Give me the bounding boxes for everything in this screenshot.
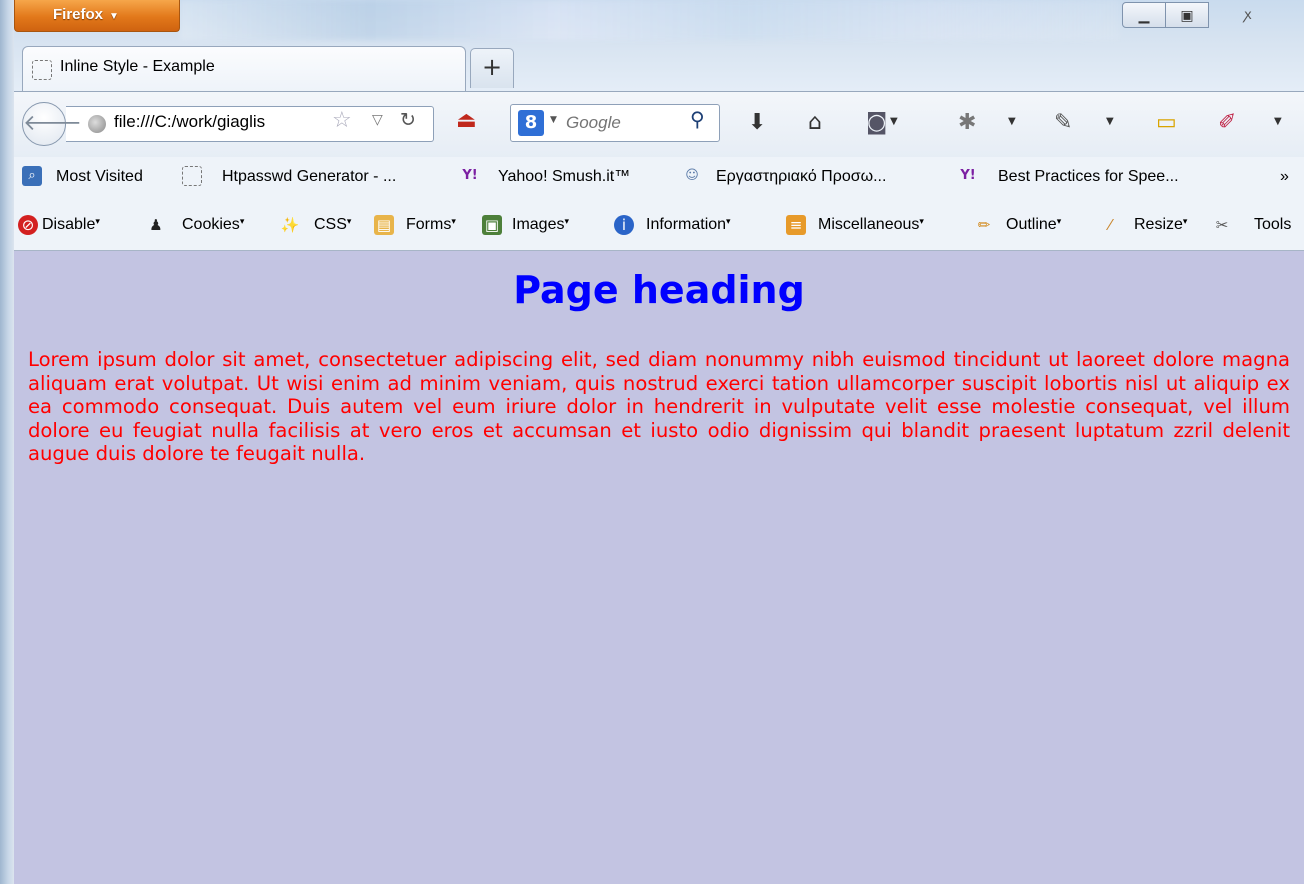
- search-input[interactable]: [564, 108, 678, 138]
- stamp-addon-icon[interactable]: ⏏: [456, 108, 477, 133]
- chevron-down-icon: ▼: [109, 11, 119, 22]
- close-window-button[interactable]: ꭗ: [1208, 2, 1288, 28]
- dropdown-arrow-icon: ▾: [564, 216, 569, 226]
- wd-menu-miscellaneous[interactable]: Miscellaneous▾: [818, 216, 924, 234]
- dropdown-arrow-icon: ▾: [239, 216, 245, 226]
- wd-menu-cookies[interactable]: Cookies▾: [182, 216, 244, 234]
- yahoo-icon: Y!: [462, 168, 478, 183]
- dropdown-arrow-icon: ▾: [1056, 216, 1062, 226]
- minimize-button[interactable]: ▁: [1122, 2, 1166, 28]
- close-icon: ꭗ: [1244, 6, 1252, 22]
- bookmark-htpasswd-generator[interactable]: Htpasswd Generator - ...: [222, 168, 396, 186]
- ruler-icon[interactable]: ▭: [1156, 110, 1177, 135]
- wd-menu-label: Information: [646, 216, 727, 233]
- url-history-dropdown-icon[interactable]: ▽: [372, 112, 383, 128]
- yahoo-icon: Y!: [960, 168, 976, 183]
- window-left-border: [0, 0, 14, 884]
- chevron-down-icon[interactable]: ▼: [1106, 116, 1114, 127]
- information-icon: i: [614, 215, 634, 235]
- dropdown-arrow-icon: ▾: [1182, 216, 1188, 226]
- wd-menu-label: Cookies: [182, 216, 240, 233]
- back-arrow-icon: 🡐: [23, 111, 82, 136]
- site-identity-icon[interactable]: [88, 115, 106, 133]
- bookmark-yahoo-smushit[interactable]: Yahoo! Smush.it™: [498, 168, 630, 186]
- forms-icon: ▤: [374, 215, 394, 235]
- url-input[interactable]: file:///C:/work/giaglis: [114, 112, 326, 132]
- new-tab-button[interactable]: +: [470, 48, 514, 88]
- back-button[interactable]: 🡐: [22, 102, 82, 146]
- resize-ruler-icon: ⁄: [1108, 216, 1112, 234]
- wd-menu-label: Resize: [1134, 216, 1183, 233]
- wd-menu-outline[interactable]: Outline▾: [1006, 216, 1061, 234]
- home-icon[interactable]: ⌂: [808, 110, 822, 135]
- bookmark-most-visited[interactable]: Most Visited: [56, 168, 143, 186]
- firefox-menu-button[interactable]: Firefox ▼: [14, 0, 180, 32]
- css-wand-icon: ✨: [280, 216, 300, 234]
- chevron-down-icon[interactable]: ▼: [1008, 116, 1016, 127]
- search-engine-icon[interactable]: 8: [518, 110, 544, 136]
- bookmark-ergastiriako[interactable]: Εργαστηριακό Προσω...: [716, 168, 886, 186]
- miscellaneous-icon: ≡: [786, 215, 806, 235]
- disable-icon: ⊘: [18, 215, 38, 235]
- bookmarks-overflow-button[interactable]: »: [1280, 168, 1289, 186]
- dropdown-arrow-icon: ▾: [95, 216, 100, 226]
- page-heading: Page heading: [513, 268, 805, 312]
- maximize-icon: ▣: [1180, 7, 1194, 23]
- search-engine-dropdown-icon[interactable]: ▼: [550, 115, 557, 125]
- wd-menu-label: Tools: [1254, 216, 1292, 233]
- dropdown-arrow-icon: ▾: [919, 216, 924, 226]
- firefox-menu-label: Firefox: [53, 6, 104, 23]
- broom-icon[interactable]: ✐: [1218, 110, 1236, 135]
- wd-menu-label: CSS: [314, 216, 347, 233]
- eyedropper-icon[interactable]: ✎: [1054, 110, 1072, 135]
- bookmark-star-icon[interactable]: ☆: [332, 108, 352, 133]
- wd-menu-information[interactable]: Information▾: [646, 216, 731, 234]
- reload-icon[interactable]: ↻: [400, 109, 416, 131]
- wd-menu-css[interactable]: CSS▾: [314, 216, 351, 234]
- maximize-button[interactable]: ▣: [1165, 2, 1209, 28]
- bookmark-best-practices[interactable]: Best Practices for Spee...: [998, 168, 1179, 186]
- bookmarks-menu-icon[interactable]: ◙: [866, 110, 887, 135]
- wd-menu-disable[interactable]: Disable▾: [42, 216, 100, 234]
- outline-pencil-icon: ✏: [977, 216, 991, 234]
- wd-menu-label: Forms: [406, 216, 452, 233]
- wd-menu-label: Images: [512, 216, 565, 233]
- page-content: [14, 251, 1304, 884]
- dropdown-arrow-icon: ▾: [726, 216, 731, 226]
- dropdown-arrow-icon: ▾: [451, 216, 456, 226]
- download-icon[interactable]: ⬇: [748, 110, 766, 135]
- tab-title: Inline Style - Example: [60, 58, 215, 75]
- dropdown-arrow-icon: ▾: [346, 216, 352, 226]
- minimize-icon: ▁: [1138, 7, 1150, 23]
- chevron-down-icon[interactable]: ▼: [1274, 116, 1282, 127]
- wd-menu-resize[interactable]: Resize▾: [1134, 216, 1187, 234]
- firebug-icon[interactable]: ✱: [958, 110, 976, 135]
- chevron-down-icon[interactable]: ▼: [890, 116, 898, 127]
- body-paragraph: Lorem ipsum dolor sit amet, consectetuer…: [28, 348, 1290, 466]
- titlebar-background: [180, 0, 1120, 40]
- wd-menu-tools[interactable]: Tools: [1254, 216, 1291, 234]
- wd-menu-label: Miscellaneous: [818, 216, 920, 233]
- wd-menu-label: Outline: [1006, 216, 1057, 233]
- chat-icon: ☺: [685, 168, 699, 183]
- tools-icon: ✂: [1215, 216, 1229, 234]
- search-icon[interactable]: ⚲: [690, 107, 705, 131]
- page-favicon-icon: [32, 60, 52, 80]
- cookies-icon: ♟: [149, 216, 163, 234]
- images-icon: ▣: [482, 215, 502, 235]
- page-icon: [182, 166, 202, 186]
- most-visited-icon: ⌕: [22, 166, 42, 186]
- wd-menu-forms[interactable]: Forms▾: [406, 216, 456, 234]
- wd-menu-label: Disable: [42, 216, 96, 233]
- wd-menu-images[interactable]: Images▾: [512, 216, 569, 234]
